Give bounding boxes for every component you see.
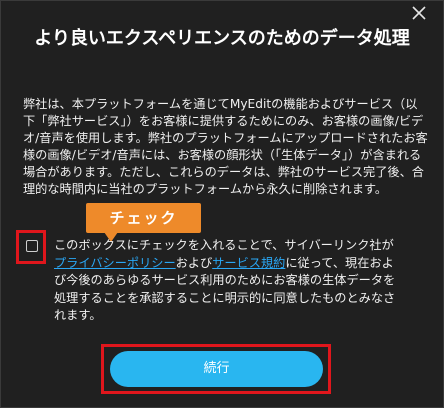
continue-button[interactable]: 続行 xyxy=(110,351,323,387)
consent-text-part2: および xyxy=(175,255,213,270)
dialog-description: 弊社は、本プラットフォームを通じてMyEditの機能およびサービス（以下「弊社サ… xyxy=(23,97,428,196)
terms-of-service-link[interactable]: サービス規約 xyxy=(212,256,285,270)
check-callout: チェック xyxy=(86,203,201,242)
dialog-title: より良いエクスペリエンスのためのデータ処理 xyxy=(34,28,410,49)
biometric-consent-dialog: より良いエクスペリエンスのためのデータ処理 弊社は、本プラットフォームを通じてM… xyxy=(0,0,444,408)
close-button[interactable] xyxy=(409,3,429,23)
consent-text: このボックスにチェックを入れることで、サイバーリンク社がプライバシーポリシーおよ… xyxy=(54,237,399,325)
consent-checkbox[interactable] xyxy=(26,240,38,252)
close-icon xyxy=(412,6,426,20)
privacy-policy-link[interactable]: プライバシーポリシー xyxy=(54,256,176,270)
consent-text-part1: このボックスにチェックを入れることで、サイバーリンク社が xyxy=(54,238,394,252)
